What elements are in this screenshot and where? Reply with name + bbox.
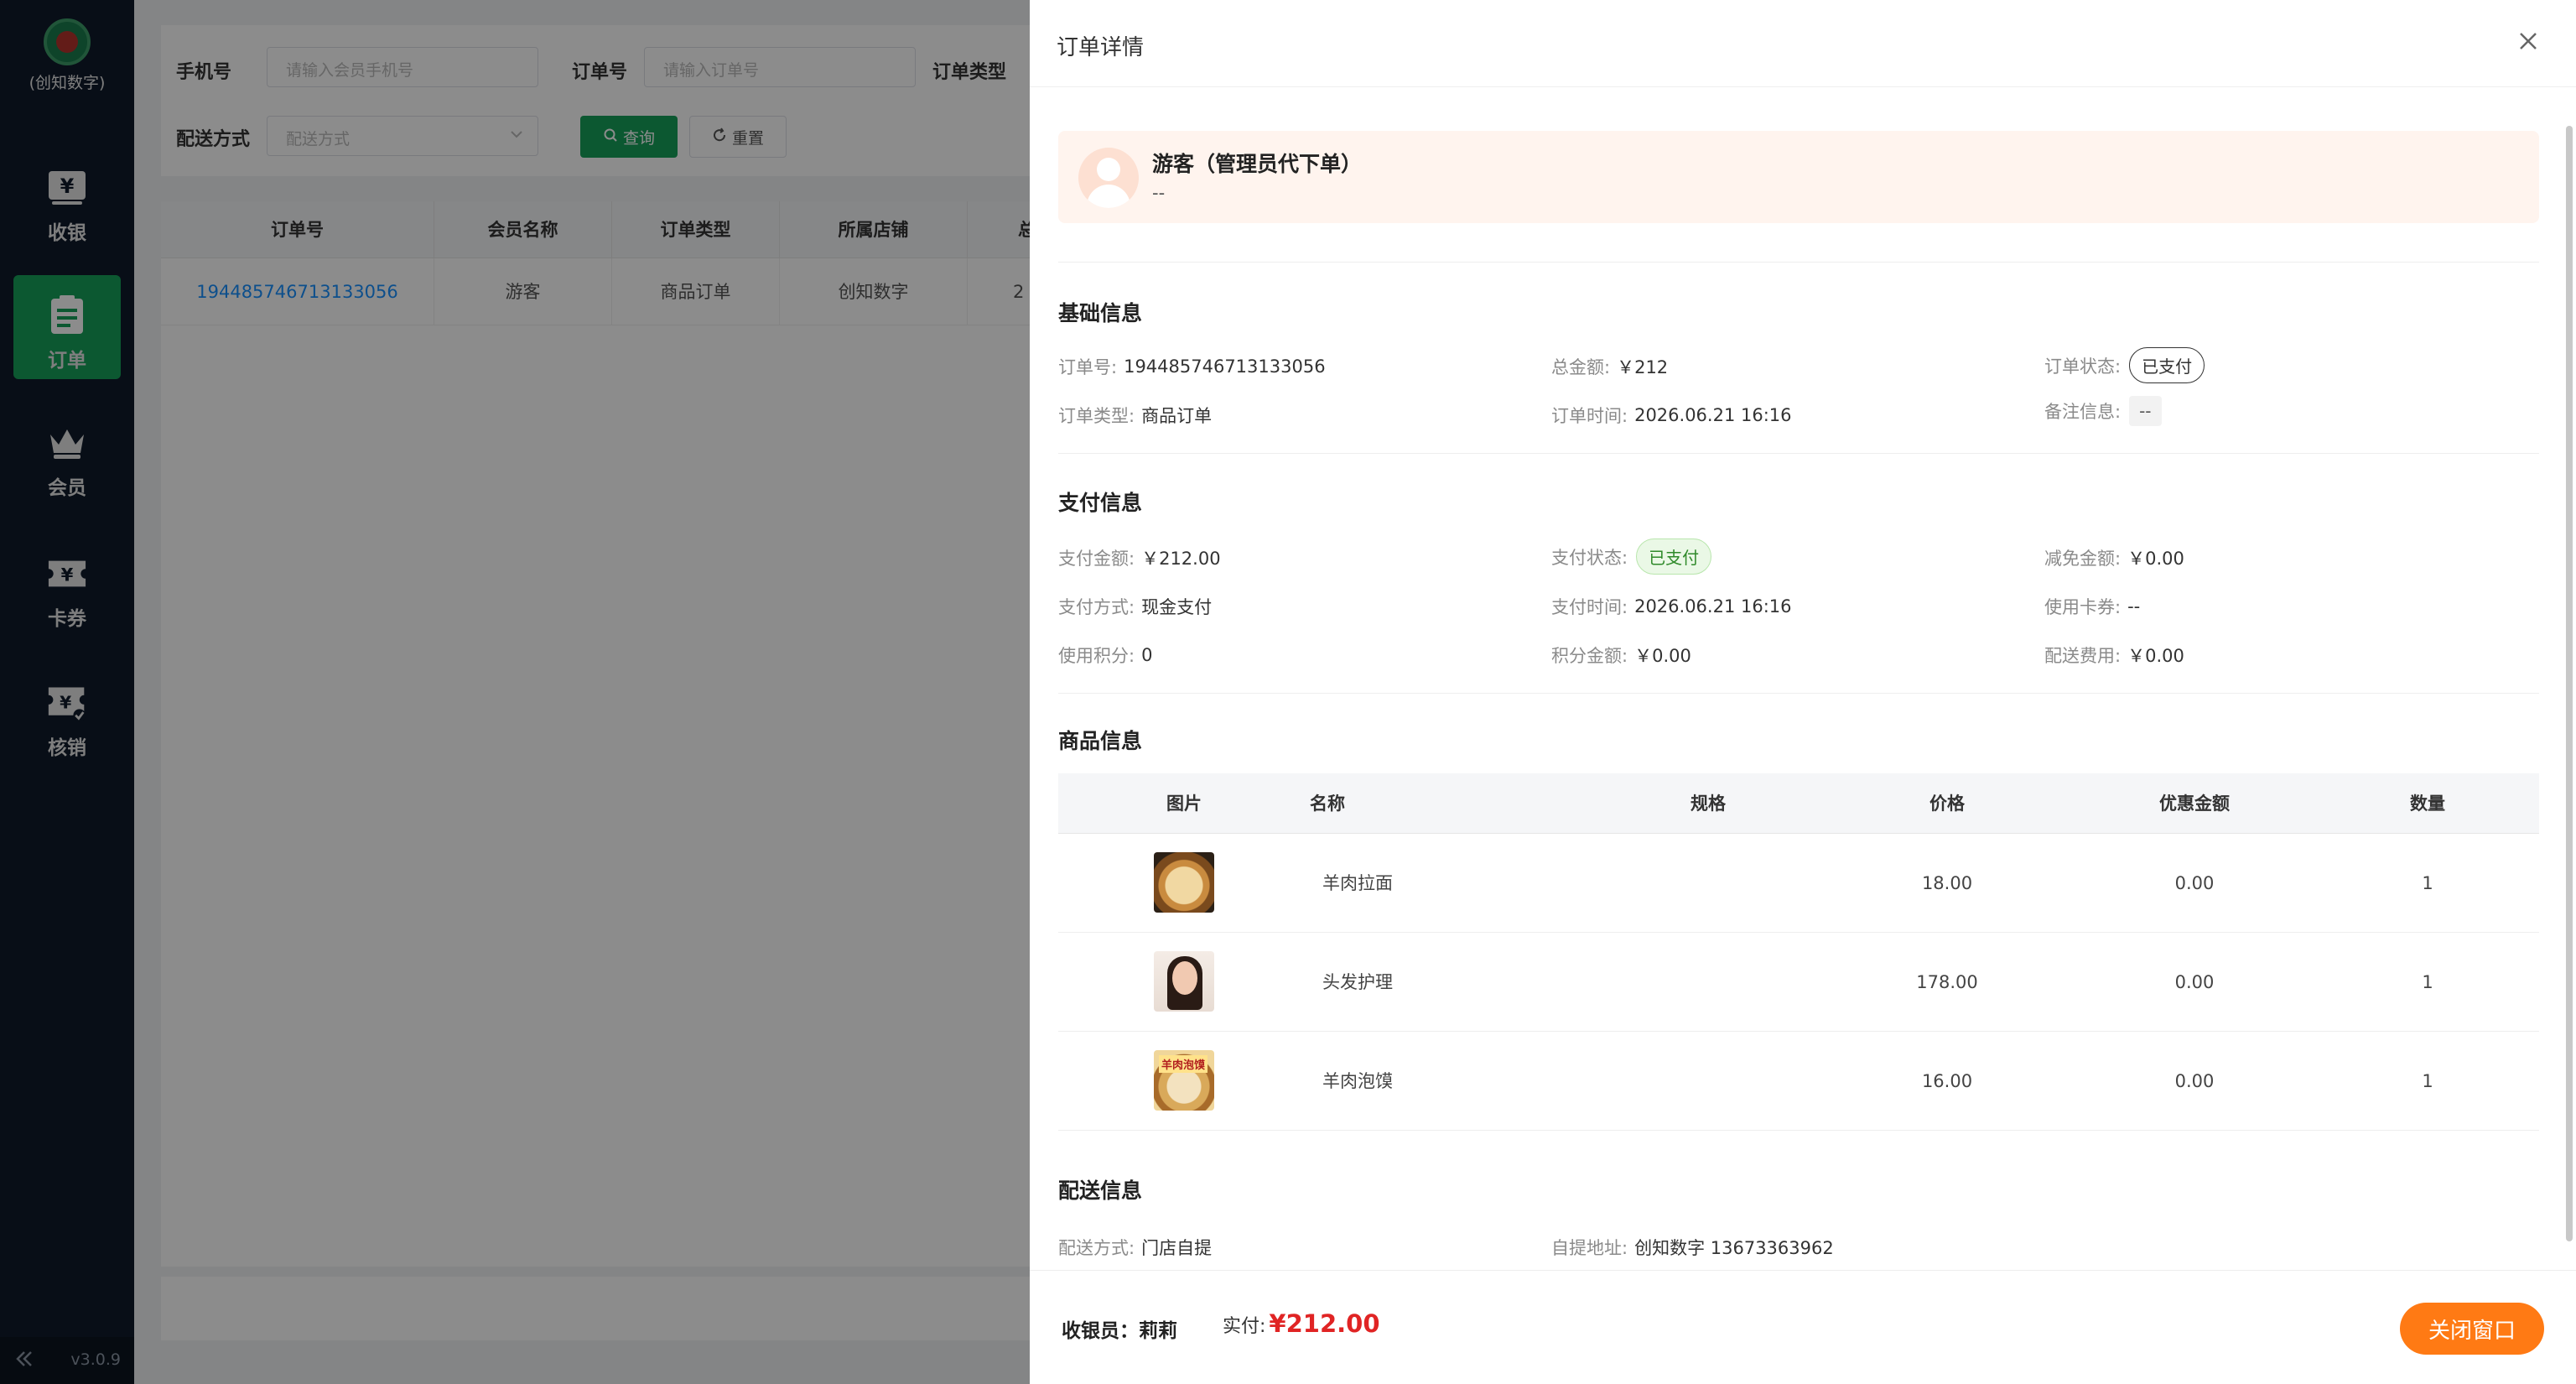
column-header: 价格	[1929, 793, 1965, 814]
section-title-goods: 商品信息	[1058, 729, 1143, 753]
avatar	[1078, 148, 1139, 208]
table-row: 头发护理 178.00 0.00 1	[1058, 933, 2539, 1032]
product-spec	[1595, 834, 1821, 933]
customer-card: 游客（管理员代下单） --	[1058, 131, 2539, 223]
drawer-footer: 收银员：莉莉 实付: ¥212.00 关闭窗口	[1030, 1270, 2576, 1384]
product-spec	[1595, 933, 1821, 1032]
delivery-fee-field: 配送费用: ￥0.00	[2044, 646, 2184, 666]
product-qty: 1	[2422, 873, 2433, 893]
product-name: 头发护理	[1322, 972, 1393, 992]
paid-info: 实付: ¥212.00	[1223, 1309, 1380, 1338]
product-price: 16.00	[1921, 1071, 1973, 1091]
column-header: 规格	[1690, 793, 1726, 814]
product-qty: 1	[2422, 1071, 2433, 1091]
customer-phone: --	[1152, 183, 1166, 203]
pay-time-field: 支付时间: 2026.06.21 16:16	[1551, 596, 1792, 617]
divider	[1058, 453, 2539, 454]
drawer-title: 订单详情	[1057, 35, 1145, 60]
product-qty: 1	[2422, 972, 2433, 992]
pay-status-field: 支付状态: 已支付	[1551, 539, 1712, 575]
product-discount: 0.00	[2174, 972, 2215, 992]
drawer-header: 订单详情	[1030, 0, 2576, 87]
table-row: 羊肉泡馍 羊肉泡馍 16.00 0.00 1	[1058, 1032, 2539, 1131]
order-status-field: 订单状态: 已支付	[2044, 347, 2205, 383]
points-amount-field: 积分金额: ￥0.00	[1551, 646, 1691, 666]
scrollbar[interactable]	[2566, 126, 2573, 1241]
product-image	[1154, 852, 1214, 913]
product-discount: 0.00	[2174, 1071, 2215, 1091]
column-header: 图片	[1166, 793, 1202, 814]
points-field: 使用积分: 0	[1058, 645, 1153, 666]
goods-table-header: 图片 名称 规格 价格 优惠金额 数量	[1058, 773, 2539, 834]
pay-amount-field: 支付金额: ￥212.00	[1058, 549, 1221, 569]
section-title-basic: 基础信息	[1058, 301, 1143, 325]
product-image: 羊肉泡馍	[1154, 1050, 1214, 1111]
cashier-info: 收银员：莉莉	[1062, 1320, 1177, 1342]
cashier-name: 莉莉	[1139, 1320, 1177, 1342]
column-header: 优惠金额	[2159, 793, 2230, 814]
product-image	[1154, 951, 1214, 1012]
product-name: 羊肉拉面	[1322, 873, 1393, 893]
order-time-field: 订单时间: 2026.06.21 16:16	[1551, 405, 1792, 426]
section-title-payment: 支付信息	[1058, 491, 1143, 515]
product-spec	[1595, 1032, 1821, 1131]
delivery-method-field: 配送方式: 门店自提	[1058, 1238, 1213, 1258]
order-type-field: 订单类型: 商品订单	[1058, 406, 1213, 426]
table-row: 羊肉拉面 18.00 0.00 1	[1058, 834, 2539, 933]
customer-name: 游客（管理员代下单）	[1152, 152, 1363, 176]
product-price: 18.00	[1921, 873, 1973, 893]
total-field: 总金额: ￥212	[1551, 357, 1669, 377]
divider	[1058, 262, 2539, 263]
status-badge: 已支付	[2129, 347, 2205, 383]
discount-field: 减免金额: ￥0.00	[2044, 549, 2184, 569]
close-icon[interactable]	[2514, 27, 2542, 55]
drawer-body: 游客（管理员代下单） -- 基础信息 订单号: 19448574671313305…	[1058, 87, 2539, 1270]
column-header: 数量	[2410, 793, 2445, 814]
close-window-button[interactable]: 关闭窗口	[2400, 1303, 2544, 1355]
order-detail-drawer: 订单详情 游客（管理员代下单） -- 基础信息 订单号: 194485746713…	[1030, 0, 2576, 1384]
column-header: 名称	[1310, 793, 1345, 814]
order-no-field: 订单号: 194485746713133056	[1058, 356, 1326, 377]
pay-method-field: 支付方式: 现金支付	[1058, 597, 1213, 617]
product-discount: 0.00	[2174, 873, 2215, 893]
coupon-field: 使用卡券: --	[2044, 596, 2141, 617]
pickup-address-field: 自提地址: 创知数字 13673363962	[1551, 1238, 1834, 1258]
section-title-delivery: 配送信息	[1058, 1178, 1143, 1203]
pay-status-badge: 已支付	[1636, 539, 1712, 575]
product-price: 178.00	[1916, 972, 1978, 992]
divider	[1058, 693, 2539, 694]
remark-field: 备注信息: --	[2044, 396, 2162, 426]
product-image-badge: 羊肉泡馍	[1159, 1055, 1208, 1073]
paid-amount: ¥212.00	[1269, 1309, 1380, 1338]
product-name: 羊肉泡馍	[1322, 1071, 1393, 1091]
